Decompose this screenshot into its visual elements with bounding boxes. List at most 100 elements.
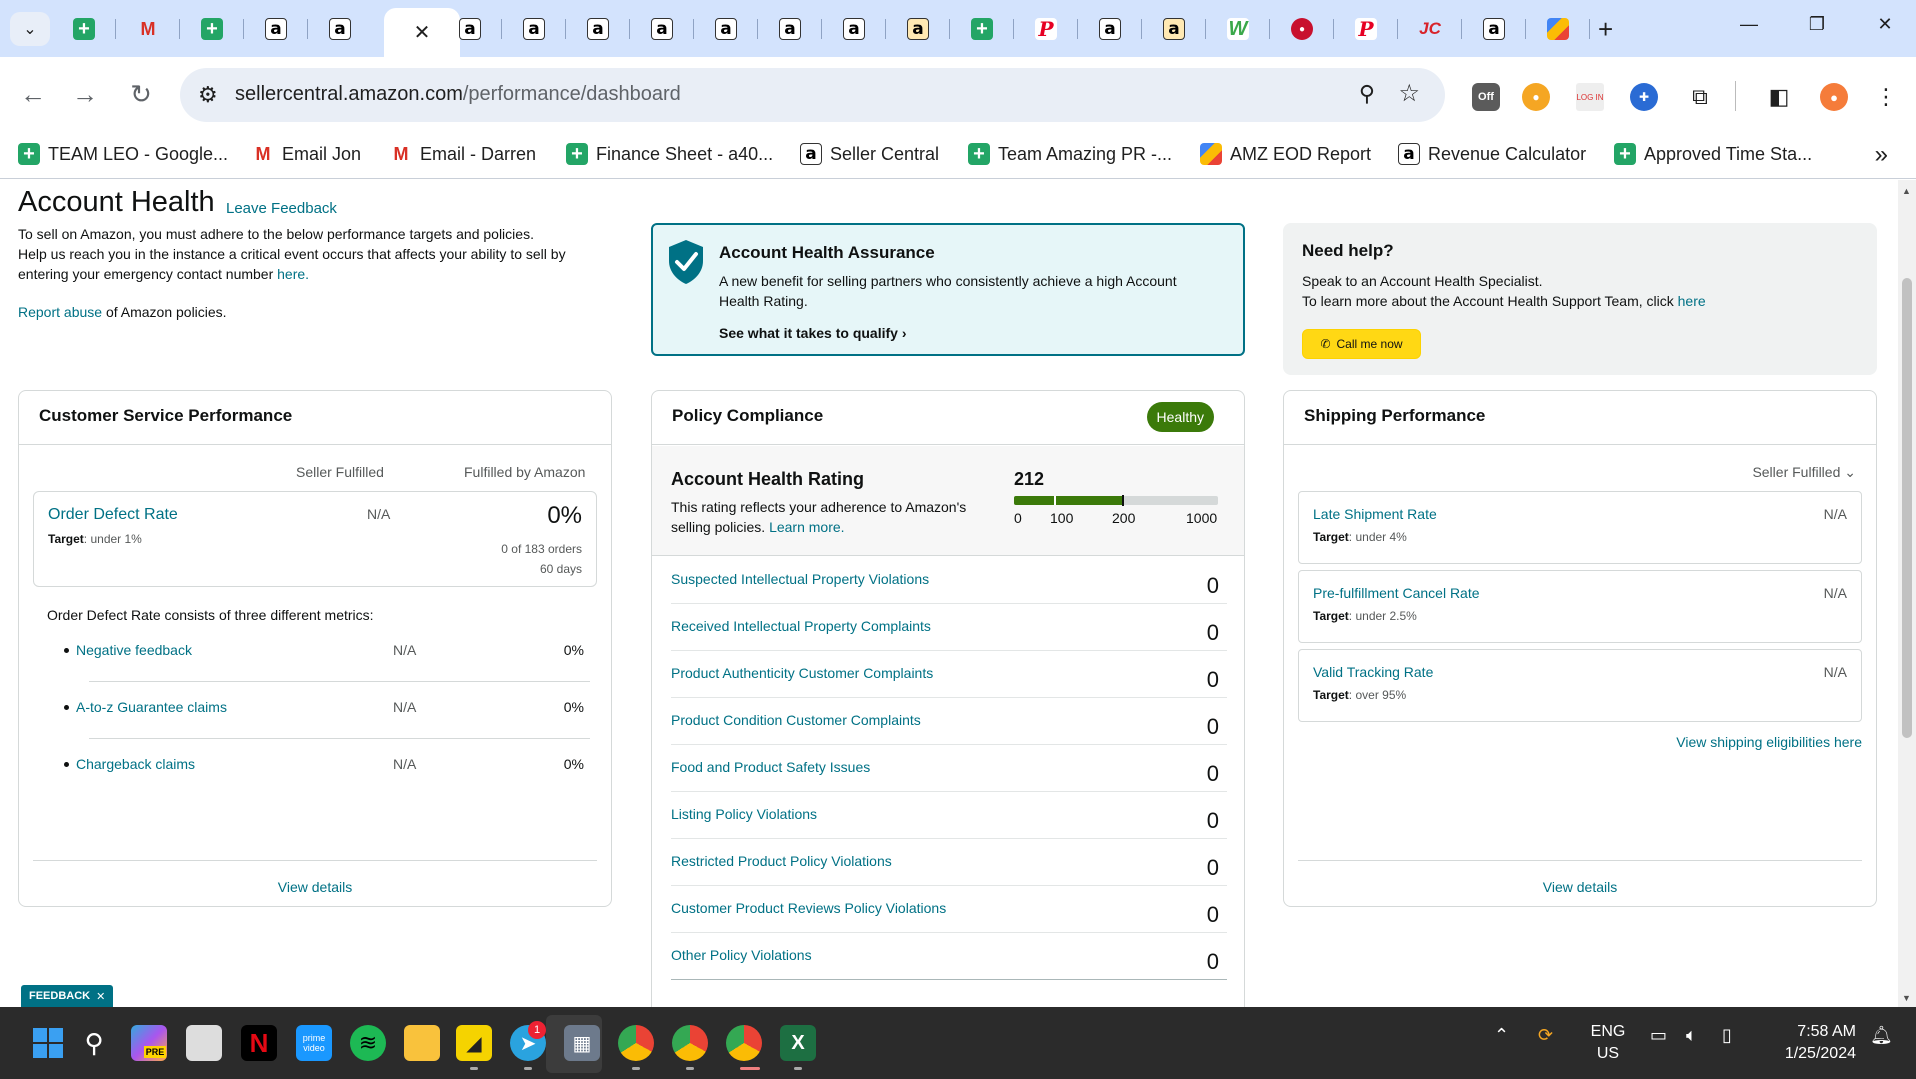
extension-off-icon[interactable]: Off: [1472, 83, 1500, 111]
view-details-link[interactable]: View details: [1284, 879, 1876, 895]
scrollbar-thumb[interactable]: [1902, 278, 1912, 738]
spotify-icon[interactable]: ≋: [350, 1025, 386, 1061]
kebab-menu-icon[interactable]: ⋮: [1872, 83, 1900, 111]
tab[interactable]: a: [822, 10, 886, 48]
policy-link[interactable]: Suspected Intellectual Property Violatio…: [671, 571, 929, 587]
policy-link[interactable]: Other Policy Violations: [671, 947, 812, 963]
policy-link[interactable]: Received Intellectual Property Complaint…: [671, 618, 931, 634]
calculator-icon[interactable]: ▦: [564, 1025, 600, 1061]
tab[interactable]: [1526, 10, 1590, 48]
tab[interactable]: P: [1334, 10, 1398, 48]
policy-link[interactable]: Product Authenticity Customer Complaints: [671, 665, 933, 681]
forward-icon[interactable]: →: [68, 79, 102, 110]
battery-icon[interactable]: ▯: [1722, 1025, 1732, 1046]
tab[interactable]: a: [758, 10, 822, 48]
bookmark-item[interactable]: a Seller Central: [800, 143, 939, 165]
emergency-contact-link[interactable]: here.: [277, 266, 309, 282]
tab[interactable]: a: [1462, 10, 1526, 48]
tab[interactable]: a: [694, 10, 758, 48]
tab[interactable]: a: [1142, 10, 1206, 48]
policy-link[interactable]: Restricted Product Policy Violations: [671, 853, 892, 869]
reload-icon[interactable]: ↻: [124, 79, 158, 110]
tab[interactable]: +: [950, 10, 1014, 48]
bookmark-item[interactable]: AMZ EOD Report: [1200, 143, 1371, 165]
search-icon[interactable]: ⚲: [76, 1025, 112, 1061]
support-team-link[interactable]: here: [1678, 293, 1706, 309]
tab[interactable]: a: [886, 10, 950, 48]
order-defect-rate-link[interactable]: Order Defect Rate: [48, 506, 178, 524]
policy-link[interactable]: Product Condition Customer Complaints: [671, 712, 921, 728]
fulfillment-selector[interactable]: Seller Fulfilled ⌄: [1752, 464, 1856, 481]
copilot-icon[interactable]: PRE: [131, 1025, 167, 1061]
shipping-metric-link[interactable]: Valid Tracking Rate: [1313, 664, 1433, 680]
excel-icon[interactable]: X: [780, 1025, 816, 1061]
extension-login-icon[interactable]: LOG IN: [1576, 83, 1604, 111]
tab[interactable]: M: [116, 10, 180, 48]
bookmark-item[interactable]: + Team Amazing PR -...: [968, 143, 1172, 165]
report-abuse-link[interactable]: Report abuse: [18, 304, 102, 320]
clock[interactable]: 7:58 AM 1/25/2024: [1766, 1021, 1856, 1065]
tab[interactable]: a: [244, 10, 308, 48]
learn-more-link[interactable]: Learn more.: [769, 519, 844, 535]
close-icon[interactable]: ✕: [96, 990, 105, 1003]
feedback-tab[interactable]: FEEDBACK ✕: [21, 985, 114, 1007]
task-view-icon[interactable]: [186, 1025, 222, 1061]
tab[interactable]: a: [630, 10, 694, 48]
page-scrollbar[interactable]: ▲ ▼: [1898, 180, 1916, 1007]
metric-link[interactable]: Chargeback claims: [76, 756, 195, 772]
bookmark-item[interactable]: M Email Jon: [252, 143, 362, 165]
more-bookmarks-icon[interactable]: »: [1875, 141, 1888, 169]
shipping-metric-link[interactable]: Late Shipment Rate: [1313, 506, 1437, 522]
tab[interactable]: P: [1014, 10, 1078, 48]
zoom-icon[interactable]: ⚲: [1359, 81, 1375, 107]
tab[interactable]: ●: [1270, 10, 1334, 48]
windows-start-icon[interactable]: [30, 1025, 66, 1061]
scroll-up-icon[interactable]: ▲: [1902, 186, 1911, 196]
view-details-link[interactable]: View details: [19, 879, 611, 895]
tab[interactable]: a: [1078, 10, 1142, 48]
netflix-icon[interactable]: N: [241, 1025, 277, 1061]
chrome-icon[interactable]: [672, 1025, 708, 1061]
scroll-down-icon[interactable]: ▼: [1902, 993, 1911, 1003]
metric-link[interactable]: Negative feedback: [76, 642, 192, 658]
tab[interactable]: a: [502, 10, 566, 48]
sync-icon[interactable]: ⟳: [1538, 1025, 1553, 1046]
qualify-link[interactable]: See what it takes to qualify ›: [719, 325, 907, 341]
prime-video-icon[interactable]: prime video: [296, 1025, 332, 1061]
minimize-icon[interactable]: —: [1734, 14, 1764, 35]
shipping-eligibilities-link[interactable]: View shipping eligibilities here: [1676, 734, 1862, 750]
address-bar[interactable]: ⚙ sellercentral.amazon.com/performance/d…: [180, 68, 1445, 122]
sticky-notes-icon[interactable]: ◢: [456, 1025, 492, 1061]
tab[interactable]: W: [1206, 10, 1270, 48]
bookmark-item[interactable]: + Finance Sheet - a40...: [566, 143, 773, 165]
bookmark-item[interactable]: M Email - Darren: [390, 143, 537, 165]
close-tab-icon[interactable]: ✕: [414, 20, 431, 45]
bookmark-item[interactable]: + Approved Time Sta...: [1614, 143, 1812, 165]
bookmark-item[interactable]: + TEAM LEO - Google...: [18, 143, 228, 165]
chrome-icon[interactable]: [726, 1025, 762, 1061]
site-info-icon[interactable]: ⚙: [198, 82, 218, 108]
tab[interactable]: JC: [1398, 10, 1462, 48]
extension-blue-icon[interactable]: ✚: [1630, 83, 1658, 111]
notification-bell-icon[interactable]: 🔔︎: [1870, 1025, 1893, 1046]
back-icon[interactable]: ←: [16, 79, 50, 110]
call-me-now-button[interactable]: ✆ Call me now: [1302, 329, 1421, 359]
tab[interactable]: a: [566, 10, 630, 48]
tab[interactable]: +: [180, 10, 244, 48]
close-window-icon[interactable]: ✕: [1870, 14, 1900, 35]
new-tab-button[interactable]: +: [1598, 14, 1613, 45]
restore-icon[interactable]: ❐: [1802, 14, 1832, 35]
chevron-up-icon[interactable]: ⌃: [1494, 1025, 1509, 1046]
extension-orange-icon[interactable]: ●: [1522, 83, 1550, 111]
policy-link[interactable]: Customer Product Reviews Policy Violatio…: [671, 900, 946, 916]
tab[interactable]: a: [438, 10, 502, 48]
tab[interactable]: +: [52, 10, 116, 48]
profile-avatar[interactable]: ●: [1820, 83, 1848, 111]
tab-search-button[interactable]: ⌄: [10, 12, 50, 46]
metric-link[interactable]: A-to-z Guarantee claims: [76, 699, 227, 715]
bookmark-item[interactable]: a Revenue Calculator: [1398, 143, 1586, 165]
url-text[interactable]: sellercentral.amazon.com/performance/das…: [235, 83, 681, 106]
policy-link[interactable]: Listing Policy Violations: [671, 806, 817, 822]
file-explorer-icon[interactable]: [404, 1025, 440, 1061]
volume-icon[interactable]: 🔈︎: [1686, 1025, 1697, 1046]
